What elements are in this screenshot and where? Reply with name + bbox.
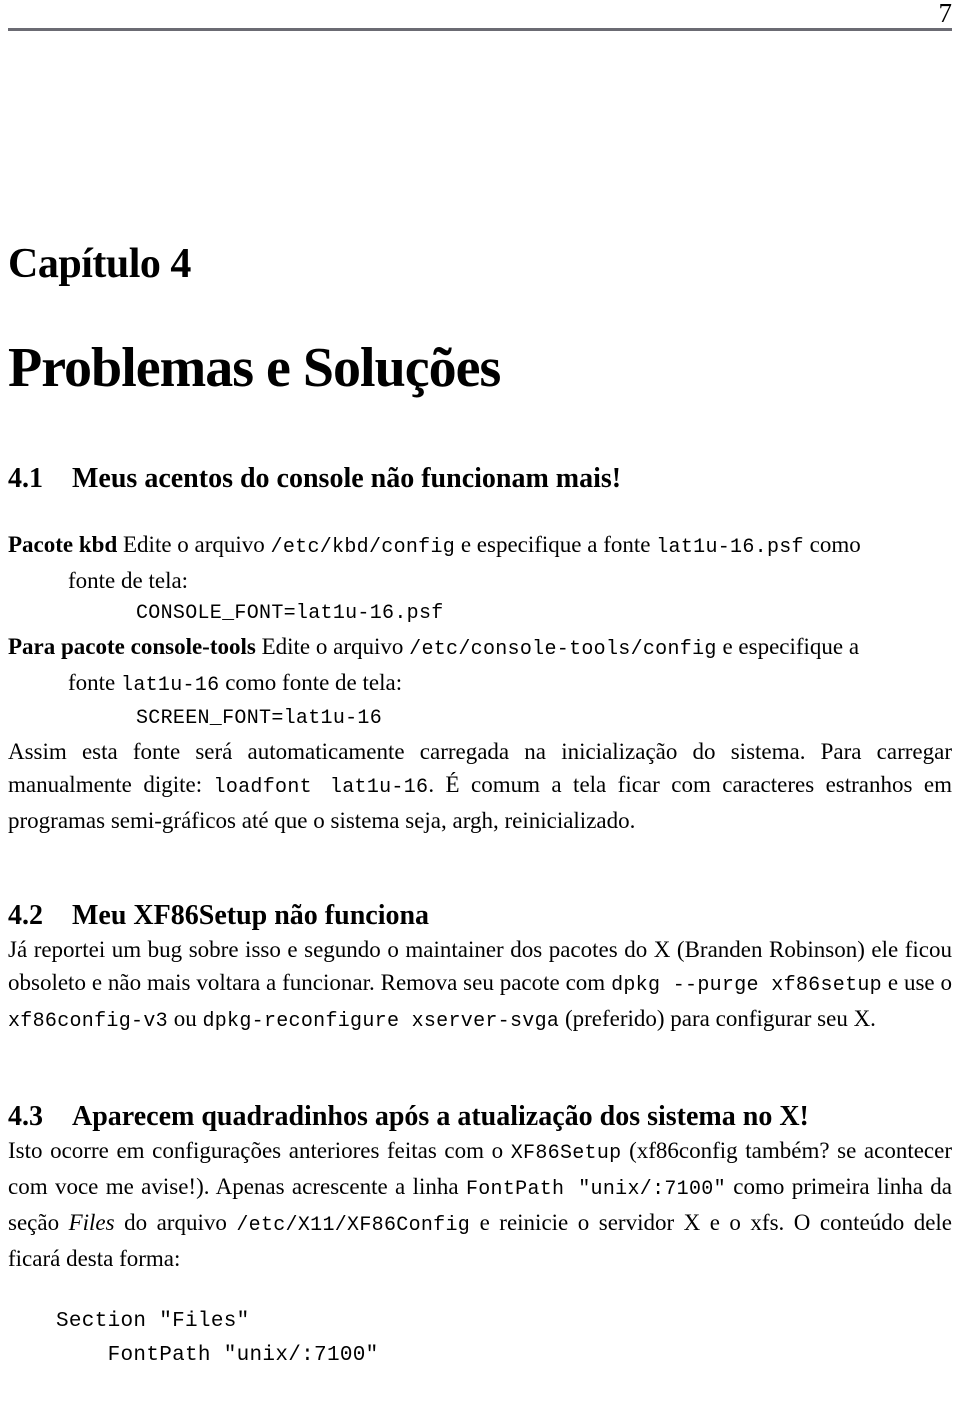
code-block-files-section: Section "Files" FontPath "unix/:7100" xyxy=(56,1310,379,1367)
paragraph-text: (preferido) para configurar seu X. xyxy=(564,1006,876,1031)
inline-code-xf86config-v3: xf86config-v3 xyxy=(8,1010,168,1033)
section-number: 4.2 xyxy=(8,900,43,931)
desc-continuation-fonte-lat1u: fonte lat1u-16 como fonte de tela: xyxy=(8,666,952,702)
inline-code-dpkg-reconfigure: dpkg-reconfigure xserver-svga xyxy=(202,1010,560,1033)
code-line-screen-font: SCREEN_FONT=lat1u-16 xyxy=(136,707,383,730)
inline-code-etc-kbd-config: /etc/kbd/config xyxy=(270,536,456,559)
section-number: 4.3 xyxy=(8,1101,43,1132)
inline-code-loadfont: loadfont lat1u-16 xyxy=(213,776,429,799)
section-4-2: 4.2 Meu XF86Setup não funciona Já report… xyxy=(8,899,952,1038)
section-number: 4.1 xyxy=(8,463,43,494)
inline-code-etc-console-tools-config: /etc/console-tools/config xyxy=(409,638,717,661)
inline-code-lat1u-16-psf: lat1u-16.psf xyxy=(656,536,804,559)
section-4-3: 4.3 Aparecem quadradinhos após a atualiz… xyxy=(8,1100,952,1373)
section-title: Meus acentos do console não funcionam ma… xyxy=(72,463,622,494)
desc-item-pacote-kbd: Pacote kbd Edite o arquivo /etc/kbd/conf… xyxy=(8,528,952,564)
desc-text: Edite o arquivo xyxy=(261,634,404,659)
inline-code-xf86config-path: /etc/X11/XF86Config xyxy=(236,1214,471,1237)
desc-text: como xyxy=(809,532,861,557)
desc-item-console-tools: Para pacote console-tools Edite o arquiv… xyxy=(8,630,952,666)
header-rule xyxy=(8,28,952,31)
chapter-label: Capítulo 4 xyxy=(8,241,191,287)
section-heading-4-2: 4.2 Meu XF86Setup não funciona xyxy=(8,899,952,933)
code-line-console-font: CONSOLE_FONT=lat1u-16.psf xyxy=(136,602,444,625)
section-heading-4-1: 4.1 Meus acentos do console não funciona… xyxy=(8,462,952,496)
chapter-title: Problemas e Soluções xyxy=(8,337,501,399)
inline-code-fontpath: FontPath "unix/:7100" xyxy=(465,1178,726,1201)
section-title: Aparecem quadradinhos após a atualização… xyxy=(72,1101,809,1132)
section-title: Meu XF86Setup não funciona xyxy=(72,900,430,931)
desc-text: como fonte de tela: xyxy=(225,670,403,695)
desc-continuation-fonte-de-tela: fonte de tela: xyxy=(68,568,189,593)
page-header: 7 xyxy=(8,0,952,40)
desc-text: e especifique a fonte xyxy=(460,532,651,557)
desc-term-pacote-kbd: Pacote kbd xyxy=(8,532,118,557)
document-page: 7 Capítulo 4 Problemas e Soluções 4.1 Me… xyxy=(0,0,960,1412)
paragraph-text: ou xyxy=(173,1006,197,1031)
paragraph-text: do arquivo xyxy=(124,1210,227,1235)
desc-text: e especifique a xyxy=(722,634,860,659)
section-heading-4-3: 4.3 Aparecem quadradinhos após a atualiz… xyxy=(8,1100,952,1134)
paragraph-4-1-carregamento: Assim esta fonte será automaticamente ca… xyxy=(8,735,952,837)
paragraph-4-2: Já reportei um bug sobre isso e segundo … xyxy=(8,933,952,1038)
description-list-4-1: Pacote kbd Edite o arquivo /etc/kbd/conf… xyxy=(8,528,952,837)
desc-text: fonte xyxy=(68,670,116,695)
paragraph-text: Isto ocorre em configurações anteriores … xyxy=(8,1138,504,1163)
inline-code-xf86setup: XF86Setup xyxy=(510,1142,622,1165)
desc-text: Edite o arquivo xyxy=(123,532,265,557)
desc-term-console-tools: Para pacote console-tools xyxy=(8,634,256,659)
paragraph-4-3: Isto ocorre em configurações anteriores … xyxy=(8,1134,952,1275)
page-number: 7 xyxy=(938,0,953,28)
inline-code-dpkg-purge: dpkg --purge xf86setup xyxy=(611,974,882,997)
section-4-1: 4.1 Meus acentos do console não funciona… xyxy=(8,462,952,837)
chapter-opening: Capítulo 4 Problemas e Soluções xyxy=(8,240,952,400)
inline-code-lat1u-16: lat1u-16 xyxy=(121,674,220,697)
emphasis-files: Files xyxy=(68,1210,115,1235)
paragraph-text: e use o xyxy=(887,970,953,995)
